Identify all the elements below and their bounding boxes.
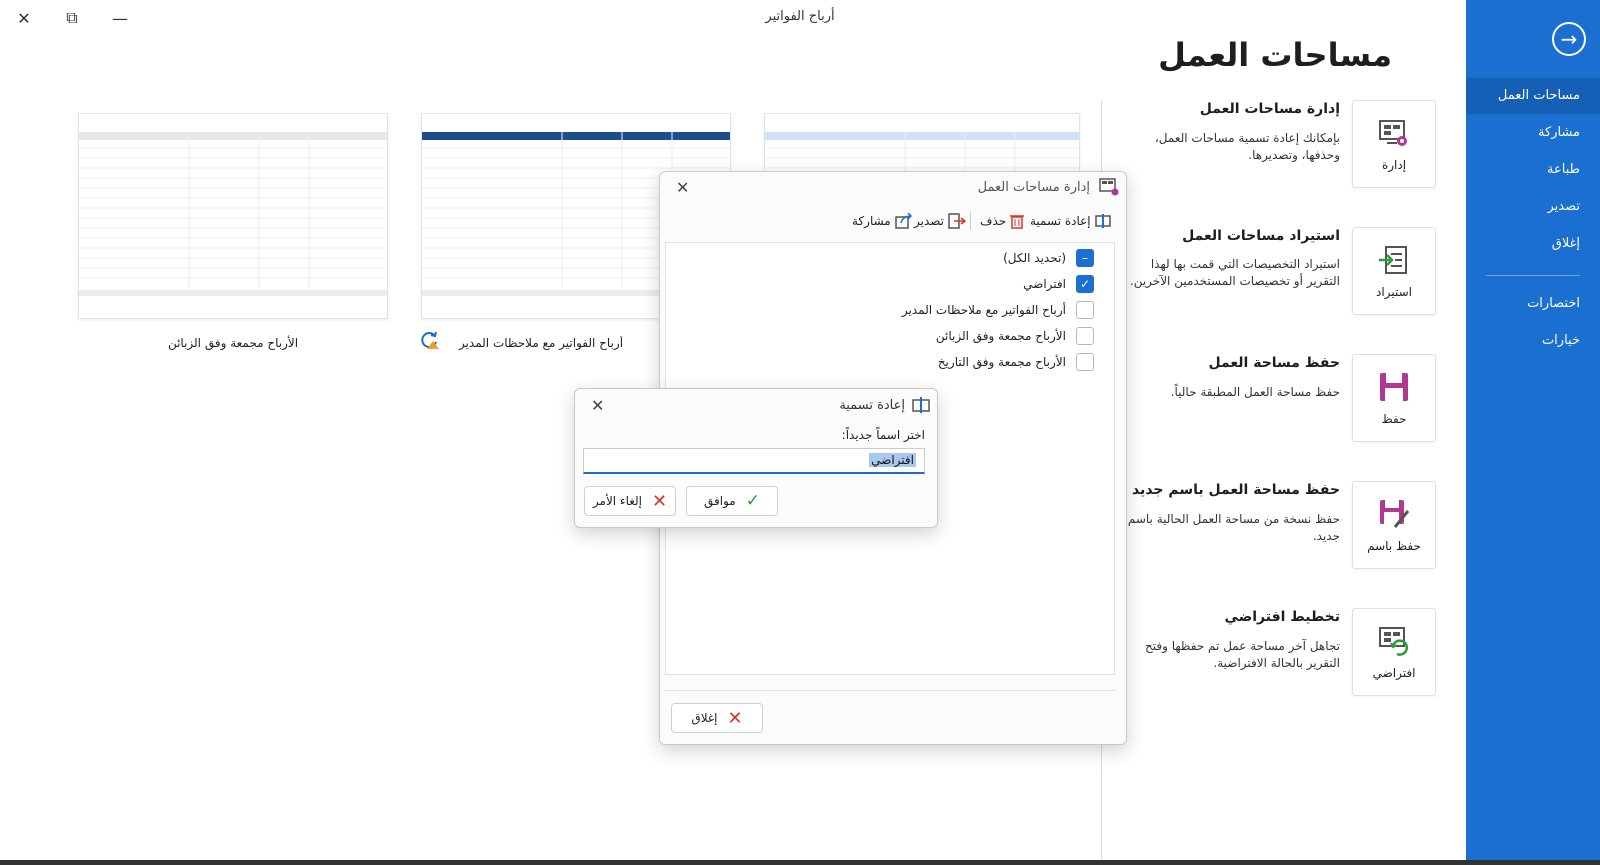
close-button-label: إغلاق bbox=[691, 711, 718, 725]
rename-dialog-close-icon[interactable]: ✕ bbox=[591, 396, 604, 415]
nav-item-export[interactable]: تصدير bbox=[1466, 189, 1600, 225]
save-desc: حفظ مساحة العمل المطبقة حالياً. bbox=[1170, 385, 1340, 399]
ok-button-label: موافق bbox=[704, 494, 736, 508]
taskbar-strip bbox=[0, 860, 1600, 865]
cancel-button-label: إلغاء الأمر bbox=[592, 494, 643, 508]
indeterminate-checkbox[interactable]: – bbox=[1076, 249, 1094, 267]
backstage-nav: → مساحات العمل مشاركة طباعة تصدير إغلاق … bbox=[1466, 0, 1600, 860]
manage-close-button[interactable]: ✕ إغلاق bbox=[671, 703, 763, 733]
save-button[interactable]: حفظ bbox=[1352, 354, 1436, 442]
nav-item-share[interactable]: مشاركة bbox=[1466, 115, 1600, 151]
manage-desc: بإمكانك إعادة تسمية مساحات العمل، وحذفها… bbox=[1154, 131, 1340, 162]
new-name-value: افتراضي bbox=[869, 453, 916, 467]
list-item-label: الأرباح مجمعة وفق التاريخ bbox=[937, 355, 1066, 369]
list-item[interactable]: أرباح الفواتير مع ملاحظات المدير bbox=[902, 299, 1094, 321]
cancel-x-icon: ✕ bbox=[652, 490, 668, 512]
nav-item-workspaces[interactable]: مساحات العمل bbox=[1466, 78, 1600, 114]
checkbox[interactable] bbox=[1076, 301, 1094, 319]
page-title: مساحات العمل bbox=[1158, 36, 1392, 74]
share-workspace-button[interactable]: مشاركة bbox=[852, 210, 913, 232]
dialog-footer-divider bbox=[665, 690, 1115, 691]
default-layout-label: افتراضي bbox=[1372, 666, 1416, 680]
manage-button[interactable]: إدارة bbox=[1352, 100, 1436, 188]
refresh-warning-icon[interactable] bbox=[420, 330, 440, 350]
import-button[interactable]: استيراد bbox=[1352, 227, 1436, 315]
save-as-desc: حفظ نسخة من مساحة العمل الحالية باسم جدي… bbox=[1127, 512, 1340, 543]
default-layout-desc: تجاهل آخر مساحة عمل تم حفظها وفتح التقري… bbox=[1145, 639, 1340, 670]
export-label: تصدير bbox=[914, 214, 945, 228]
nav-item-options[interactable]: خيارات bbox=[1466, 323, 1600, 359]
checkbox[interactable] bbox=[1076, 327, 1094, 345]
list-item-label: أرباح الفواتير مع ملاحظات المدير bbox=[901, 303, 1066, 317]
manage-dialog-title: إدارة مساحات العمل bbox=[977, 180, 1090, 195]
list-item-label: (تحديد الكل) bbox=[1003, 251, 1066, 265]
default-layout-button[interactable]: افتراضي bbox=[1352, 608, 1436, 696]
import-desc: استيراد التخصيصات التي قمت بها لهذا التق… bbox=[1129, 257, 1340, 288]
thumbnail-caption-customers: الأرباح مجمعة وفق الزبائن bbox=[167, 336, 299, 350]
nav-item-print[interactable]: طباعة bbox=[1466, 152, 1600, 188]
back-arrow-icon[interactable]: → bbox=[1552, 22, 1586, 56]
rename-prompt: اختر اسماً جديداً: bbox=[841, 428, 925, 442]
save-icon bbox=[1380, 373, 1408, 401]
refresh-icon bbox=[421, 331, 439, 349]
toolbar-divider bbox=[970, 212, 971, 230]
workspace-thumbnail-customers[interactable] bbox=[78, 113, 388, 319]
share-label: مشاركة bbox=[852, 214, 891, 228]
save-as-icon bbox=[1380, 500, 1410, 528]
export-icon bbox=[948, 213, 967, 229]
trash-icon bbox=[1010, 215, 1025, 229]
save-as-button[interactable]: حفظ باسم bbox=[1352, 481, 1436, 569]
delete-label: حذف bbox=[980, 214, 1007, 228]
report-preview-icon bbox=[79, 132, 387, 296]
checkbox[interactable] bbox=[1076, 353, 1094, 371]
rename-icon bbox=[912, 396, 932, 414]
checkmark-icon: ✓ bbox=[745, 491, 760, 511]
title-bar: ✕ ⧉ — أرباح الفواتير bbox=[0, 0, 1466, 36]
list-item-label: افتراضي bbox=[1023, 277, 1066, 291]
manage-dialog-close-icon[interactable]: ✕ bbox=[676, 178, 689, 197]
list-item-label: الأرباح مجمعة وفق الزبائن bbox=[935, 329, 1066, 343]
manage-workspace-icon bbox=[1379, 120, 1407, 146]
cancel-button[interactable]: ✕ إلغاء الأمر bbox=[584, 486, 676, 516]
nav-item-close[interactable]: إغلاق bbox=[1466, 226, 1600, 262]
import-label: استيراد bbox=[1376, 285, 1412, 299]
default-layout-icon bbox=[1379, 627, 1408, 656]
save-label: حفظ bbox=[1381, 412, 1407, 426]
close-window-button[interactable]: ✕ bbox=[10, 6, 38, 30]
rename-label: إعادة تسمية bbox=[1030, 214, 1091, 228]
close-x-icon: ✕ bbox=[727, 707, 743, 729]
list-item[interactable]: الأرباح مجمعة وفق الزبائن bbox=[936, 325, 1094, 347]
list-item[interactable]: ✓ افتراضي bbox=[1023, 273, 1094, 295]
ok-button[interactable]: ✓ موافق bbox=[686, 486, 778, 516]
checked-checkbox[interactable]: ✓ bbox=[1076, 275, 1094, 293]
list-item[interactable]: الأرباح مجمعة وفق التاريخ bbox=[938, 351, 1094, 373]
thumbnail-caption-manager-notes: أرباح الفواتير مع ملاحظات المدير bbox=[458, 336, 624, 350]
manage-workspace-icon bbox=[1099, 178, 1119, 196]
delete-workspace-button[interactable]: حذف bbox=[980, 210, 1025, 232]
rename-workspace-button[interactable]: إعادة تسمية bbox=[1030, 210, 1113, 232]
export-workspace-button[interactable]: تصدير bbox=[914, 210, 967, 232]
restore-window-button[interactable]: ⧉ bbox=[58, 6, 86, 30]
rename-icon bbox=[1094, 214, 1111, 228]
rename-dialog-title: إعادة تسمية bbox=[839, 398, 905, 413]
manage-title: إدارة مساحات العمل bbox=[1199, 101, 1340, 117]
minimize-window-button[interactable]: — bbox=[106, 6, 134, 30]
new-name-input[interactable]: افتراضي bbox=[583, 448, 925, 474]
nav-divider bbox=[1486, 275, 1580, 276]
save-as-label: حفظ باسم bbox=[1367, 539, 1421, 553]
list-item-select-all[interactable]: – (تحديد الكل) bbox=[1003, 247, 1094, 269]
nav-item-shortcuts[interactable]: اختصارات bbox=[1466, 286, 1600, 322]
import-icon bbox=[1379, 246, 1407, 274]
share-icon bbox=[894, 213, 912, 229]
manage-label: إدارة bbox=[1381, 158, 1407, 172]
window-title: أرباح الفواتير bbox=[765, 9, 835, 24]
